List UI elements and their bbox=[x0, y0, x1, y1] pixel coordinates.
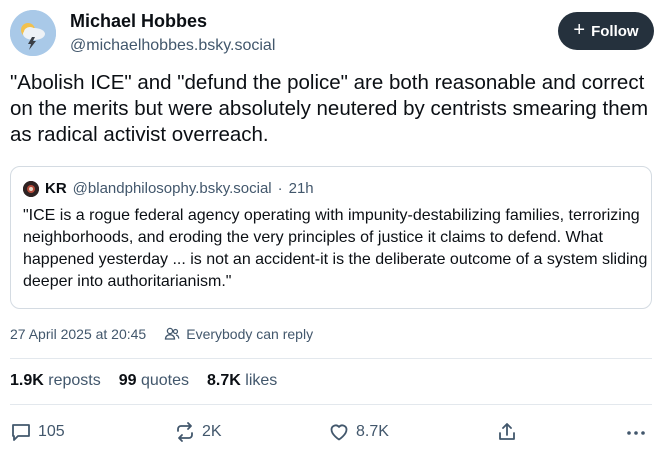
divider bbox=[10, 358, 652, 359]
likes-stat[interactable]: 8.7K likes bbox=[207, 372, 277, 390]
more-options-button[interactable] bbox=[624, 421, 648, 443]
reposts-stat[interactable]: 1.9K reposts bbox=[10, 372, 101, 390]
reply-icon bbox=[12, 424, 30, 441]
avatar-image-icon bbox=[23, 181, 39, 197]
follow-button[interactable]: + Follow bbox=[558, 12, 654, 50]
quotes-label: quotes bbox=[140, 372, 190, 389]
engagement-stats: 1.9K reposts 99 quotes 8.7K likes bbox=[10, 372, 277, 390]
repost-count: 2K bbox=[202, 423, 222, 440]
reply-button[interactable]: 105 bbox=[10, 421, 65, 443]
quotes-count: 99 bbox=[118, 372, 137, 389]
likes-count: 8.7K bbox=[207, 372, 241, 389]
quote-author-handle: @blandphilosophy.bsky.social bbox=[72, 180, 272, 197]
author-name[interactable]: Michael Hobbes bbox=[70, 10, 275, 32]
follow-label: Follow bbox=[591, 22, 639, 40]
quote-author-name: KR bbox=[45, 180, 67, 197]
quote-header: KR @blandphilosophy.bsky.social · 21h bbox=[23, 179, 639, 199]
quote-avatar[interactable] bbox=[23, 181, 39, 197]
reply-setting[interactable]: Everybody can reply bbox=[186, 326, 313, 342]
ellipsis-icon bbox=[627, 431, 645, 435]
reposts-label: reposts bbox=[48, 372, 101, 389]
post-timestamp: 27 April 2025 at 20:45 bbox=[10, 326, 147, 342]
like-count: 8.7K bbox=[356, 423, 389, 440]
repost-button[interactable]: 2K bbox=[174, 421, 222, 443]
author-avatar[interactable] bbox=[10, 10, 56, 56]
post-text: "Abolish ICE" and "defund the police" ar… bbox=[10, 71, 649, 146]
post-header: Michael Hobbes @michaelhobbes.bsky.socia… bbox=[10, 8, 654, 60]
share-icon bbox=[499, 423, 515, 440]
likes-label: likes bbox=[245, 372, 278, 389]
share-button[interactable] bbox=[496, 421, 518, 443]
plus-icon: + bbox=[573, 19, 586, 41]
quote-separator: · bbox=[277, 180, 283, 197]
quoted-post[interactable]: KR @blandphilosophy.bsky.social · 21h "I… bbox=[10, 166, 652, 309]
repost-icon bbox=[177, 422, 193, 442]
storm-cloud-icon bbox=[10, 10, 56, 56]
author-info: Michael Hobbes @michaelhobbes.bsky.socia… bbox=[70, 10, 275, 57]
like-button[interactable]: 8.7K bbox=[328, 421, 389, 443]
people-icon bbox=[165, 327, 180, 340]
reply-count: 105 bbox=[38, 423, 65, 440]
action-bar: 105 2K 8.7K bbox=[10, 421, 652, 445]
heart-icon bbox=[330, 424, 348, 441]
quote-time: 21h bbox=[288, 180, 314, 197]
quote-text: "ICE is a rogue federal agency operating… bbox=[23, 207, 648, 290]
reposts-count: 1.9K bbox=[10, 372, 44, 389]
post-meta: 27 April 2025 at 20:45 Everybody can rep… bbox=[10, 326, 313, 342]
divider bbox=[10, 404, 652, 405]
author-handle[interactable]: @michaelhobbes.bsky.social bbox=[70, 35, 275, 57]
quotes-stat[interactable]: 99 quotes bbox=[119, 372, 189, 390]
